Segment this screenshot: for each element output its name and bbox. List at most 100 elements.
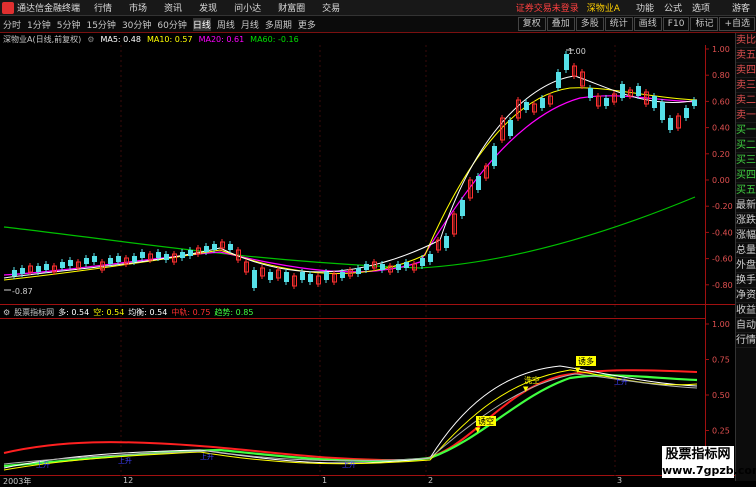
date-label: 2: [428, 476, 434, 485]
quote-label: 净资: [736, 290, 756, 303]
candle-body: [140, 252, 145, 258]
candle-body: [444, 236, 449, 248]
down-arrow-icon: ▼: [475, 426, 481, 434]
quote-label: 卖三: [736, 80, 756, 93]
candle-body: [476, 176, 481, 190]
quote-label: 行情: [736, 335, 756, 348]
candle-body: [340, 272, 345, 278]
candle-body: [420, 258, 425, 266]
candle-body: [364, 264, 369, 270]
candle-body: [108, 258, 113, 264]
candle-body: [268, 272, 273, 280]
date-label: 3: [617, 476, 623, 485]
candle-body: [204, 246, 209, 252]
candle-body: [556, 72, 561, 88]
candle-body: [620, 84, 625, 98]
candle-body: [60, 262, 65, 268]
candle-body: [300, 272, 305, 280]
candle-body: [324, 272, 329, 280]
candle-body: [36, 266, 41, 272]
quote-label: 买一: [736, 125, 756, 138]
y-axis-label: -0.40: [712, 228, 733, 237]
y-axis-label: 0.40: [712, 124, 730, 133]
high-price-label: 1.00: [568, 47, 586, 56]
candle-body: [604, 98, 609, 106]
rise-label: 上升: [200, 452, 214, 461]
short-line: [3, 369, 698, 471]
y-axis-label: -0.20: [712, 202, 733, 211]
mid-track-line: [3, 369, 698, 462]
rise-label: 上升: [36, 460, 50, 469]
quote-label: 换手: [736, 275, 756, 288]
quote-label: 买四: [736, 170, 756, 183]
balance-line: [3, 373, 698, 465]
annotation-lure-short: 诱空 ▼: [475, 416, 496, 434]
quote-label: 卖四: [736, 65, 756, 78]
candle-body: [308, 274, 313, 282]
date-label: 12: [123, 476, 134, 485]
quote-label: 卖一: [736, 110, 756, 123]
candle-body: [116, 256, 121, 262]
candle-body: [636, 86, 641, 96]
candle-body: [668, 118, 673, 130]
quote-label: 外盘: [736, 260, 756, 273]
y-axis-label: 0.80: [712, 71, 730, 80]
ma10-line: [3, 87, 698, 281]
y-axis-label: 0.00: [712, 176, 730, 185]
quote-label: 买三: [736, 155, 756, 168]
candle-body: [508, 120, 513, 136]
annotation-text: 诱多: [578, 356, 594, 366]
candle-body: [492, 146, 497, 166]
quote-label: 卖比: [736, 35, 756, 48]
candle-body: [396, 264, 401, 270]
candle-body: [524, 102, 529, 110]
y-axis-label: 1.00: [712, 45, 730, 54]
candle-body: [132, 256, 137, 262]
candle-body: [84, 258, 89, 264]
candle-body: [284, 272, 289, 282]
candle-body: [428, 254, 433, 262]
auto-quote-toggle[interactable]: 自动: [736, 318, 756, 333]
ma5-line: [3, 75, 698, 279]
y-axis-label: 1.00: [712, 320, 730, 329]
annotation-wash-short: 洗空 ▼: [523, 375, 540, 393]
annotation-text: 洗空: [524, 375, 540, 385]
y-axis-label: 0.20: [712, 150, 730, 159]
y-axis-label: 0.25: [712, 427, 730, 436]
annotation-text: 诱空: [478, 416, 494, 426]
down-arrow-icon: ▼: [523, 385, 529, 393]
y-axis-label: -0.60: [712, 255, 733, 264]
candle-body: [164, 254, 169, 260]
y-axis-label: 0.50: [712, 391, 730, 400]
quote-panel: 卖比 卖五 卖四 卖三 卖二 卖一 买一 买二 买三 买四 买五 最新 涨跌 涨…: [735, 33, 756, 481]
candle-body: [180, 252, 185, 258]
chart-canvas[interactable]: 1.00 0.80 0.60 0.40 0.20 0.00 -0.20 -0.40 -0.60 -…: [0, 0, 735, 487]
date-axis: 2003年 12 1 2 3: [0, 476, 735, 487]
candle-body: [68, 260, 73, 266]
candle-body: [188, 250, 193, 256]
candle-body: [692, 100, 697, 106]
candle-body: [156, 252, 161, 258]
quote-label: 收益: [736, 305, 756, 318]
candle-body: [540, 98, 545, 108]
candle-body: [380, 264, 385, 270]
down-arrow-icon: ▼: [575, 366, 581, 374]
quote-label: 涨跌: [736, 215, 756, 228]
rise-label: 上升: [614, 377, 628, 386]
trend-line: [3, 374, 698, 468]
date-label: 2003年: [3, 477, 32, 486]
ma20-line: [3, 95, 698, 276]
candle-body: [92, 256, 97, 262]
candle-body: [404, 262, 409, 268]
quote-label: 卖二: [736, 95, 756, 108]
long-line: [3, 365, 698, 469]
candle-body: [228, 244, 233, 250]
quote-label: 最新: [736, 200, 756, 213]
date-label: 1: [322, 476, 328, 485]
rise-label: 上升: [342, 460, 356, 469]
quote-label: 卖五: [736, 50, 756, 63]
candle-body: [212, 244, 217, 250]
quote-label: 买五: [736, 185, 756, 198]
low-price-label: -0.87: [12, 287, 33, 296]
candle-body: [356, 268, 361, 274]
